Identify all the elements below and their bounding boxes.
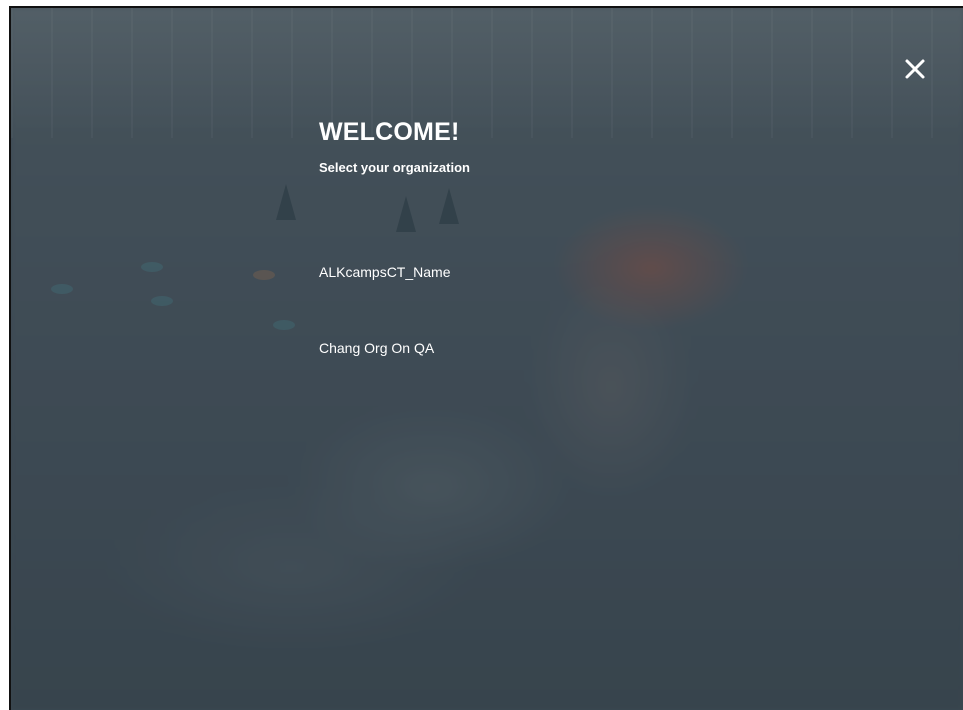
close-button[interactable] [898, 52, 932, 86]
page-subtitle: Select your organization [319, 160, 470, 175]
page-title: WELCOME! [319, 118, 460, 146]
organization-item[interactable]: Chang Org On QA [319, 338, 619, 358]
close-icon [905, 59, 925, 79]
welcome-header: WELCOME! Select your organization [319, 116, 719, 176]
organization-item[interactable]: ALKcampsCT_Name [319, 262, 619, 282]
organization-list: ALKcampsCT_Name Chang Org On QA [319, 262, 619, 414]
